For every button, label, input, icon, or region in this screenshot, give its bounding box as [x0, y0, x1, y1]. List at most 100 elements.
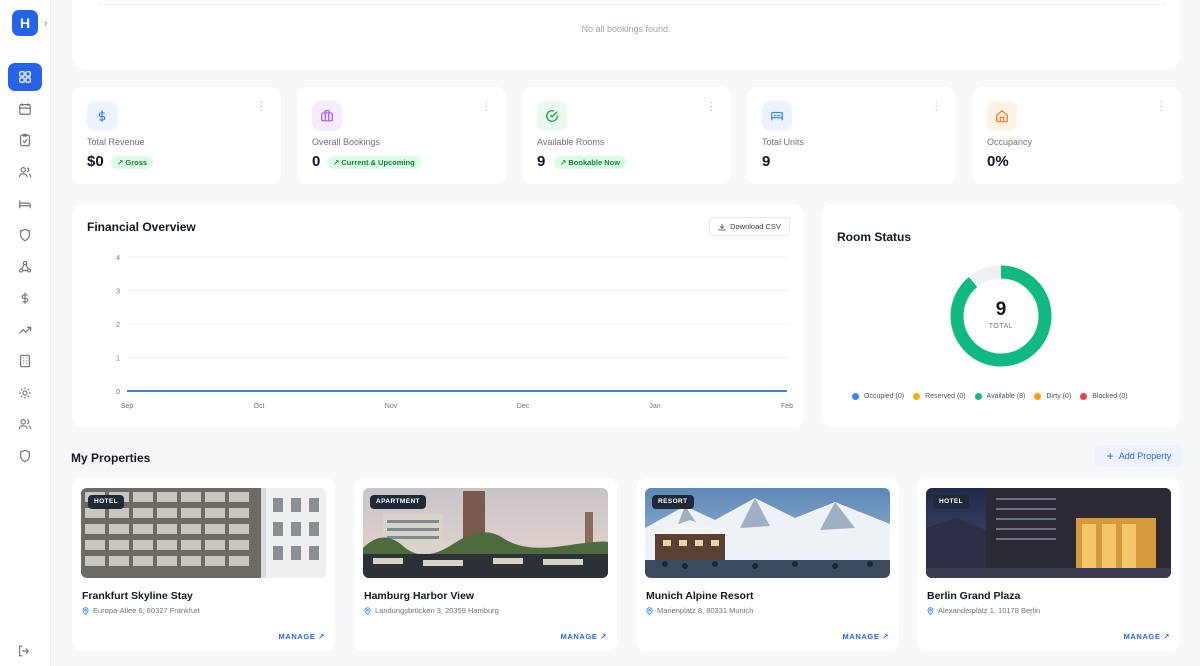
legend-label: Blocked (0) [1092, 393, 1128, 400]
calendar-icon [19, 103, 31, 115]
manage-link[interactable]: MANAGE ↗ [278, 632, 325, 641]
property-address: Landungsbrücken 3, 20359 Hamburg [364, 606, 499, 615]
add-property-button[interactable]: + Add Property [1095, 445, 1183, 467]
app-logo[interactable]: H [12, 10, 38, 36]
stat-value: 0 [312, 153, 321, 170]
gear-icon [19, 387, 31, 399]
property-name: Hamburg Harbor View [364, 590, 475, 602]
legend-dot [1080, 393, 1088, 400]
stat-badge: ↗ Current & Upcoming [327, 156, 421, 169]
property-name: Munich Alpine Resort [646, 590, 754, 602]
nav-rooms[interactable] [8, 190, 42, 218]
more-vertical-icon[interactable]: · · · [1160, 98, 1163, 116]
y-tick-label: 3 [116, 289, 120, 296]
nav-integrations[interactable] [8, 253, 42, 281]
empty-bookings-text: No all bookings found. [581, 24, 671, 34]
nav-properties[interactable] [8, 347, 42, 375]
manage-link[interactable]: MANAGE ↗ [842, 632, 889, 641]
stat-label: Total Revenue [87, 137, 145, 147]
property-address-text: Marienplatz 8, 80331 Munich [657, 606, 754, 615]
nav-reports[interactable] [8, 316, 42, 344]
stat-label: Occupancy [987, 137, 1033, 147]
property-type-badge: HOTEL [933, 495, 970, 509]
manage-link[interactable]: MANAGE ↗ [560, 632, 607, 641]
dollar-icon [21, 292, 29, 304]
x-tick-label: Dec [517, 403, 530, 410]
more-vertical-icon[interactable]: · · · [260, 98, 263, 116]
property-card[interactable]: HOTEL Frankfurt Skyline Stay Europa-Alle… [72, 478, 335, 651]
stat-label: Total Units [762, 137, 805, 147]
dollar-icon [87, 101, 117, 131]
trending-up-icon [18, 326, 32, 334]
property-card[interactable]: HOTEL Berlin Grand Plaza Alexanderplatz … [917, 478, 1180, 651]
map-pin-icon [646, 606, 653, 615]
bed-icon [762, 101, 792, 131]
nav-dashboard[interactable] [8, 63, 42, 91]
stat-card-available-rooms: · · · Available Rooms 9 ↗ Bookable Now [522, 87, 731, 184]
y-tick-label: 0 [116, 389, 120, 396]
legend-label: Dirty (0) [1046, 393, 1072, 400]
room-status-legend: Occupied (0) Reserved (0) Available (8) … [852, 393, 1128, 400]
stat-badge: ↗ Bookable Now [554, 156, 627, 169]
nav-team[interactable] [8, 410, 42, 438]
nav-tasks[interactable] [8, 126, 42, 154]
y-tick-label: 4 [116, 255, 120, 262]
stat-label: Overall Bookings [312, 137, 381, 147]
bed-icon [19, 200, 31, 209]
nav-calendar[interactable] [8, 95, 42, 123]
property-address: Alexanderplatz 1, 10178 Berlin [927, 606, 1040, 615]
nav-security[interactable] [8, 221, 42, 249]
legend-dot [974, 393, 982, 400]
y-tick-label: 2 [116, 322, 120, 329]
financial-line-chart: 0 1 2 3 4 Sep Oct Nov Dec Jan Feb [116, 255, 793, 410]
logout-icon[interactable] [17, 644, 31, 658]
room-total-value: 9 [995, 299, 1007, 320]
home-icon [987, 101, 1017, 131]
property-address-text: Alexanderplatz 1, 10178 Berlin [938, 606, 1041, 615]
manage-link[interactable]: MANAGE ↗ [1123, 632, 1170, 641]
briefcase-icon [312, 101, 342, 131]
room-status-card: Room Status 9 TOTAL Occupied (0) Reserve… [822, 204, 1180, 427]
property-type-badge: HOTEL [88, 495, 125, 509]
more-vertical-icon[interactable]: · · · [710, 98, 713, 116]
more-vertical-icon[interactable]: · · · [935, 98, 938, 116]
legend-dot [913, 393, 921, 400]
nav-guests[interactable] [8, 158, 42, 186]
shield-icon [20, 449, 30, 463]
legend-reserved: Reserved (0) [913, 393, 966, 400]
stat-value: $0 [87, 153, 104, 170]
legend-label: Available (8) [986, 393, 1026, 400]
nav-settings[interactable] [8, 379, 42, 407]
property-name: Frankfurt Skyline Stay [82, 590, 193, 602]
my-properties-title: My Properties [71, 451, 151, 465]
shield-icon [20, 228, 30, 242]
check-circle-icon [537, 101, 567, 131]
property-type-badge: RESORT [652, 495, 694, 509]
more-vertical-icon[interactable]: · · · [485, 98, 488, 116]
x-tick-label: Oct [254, 403, 265, 410]
stat-card-revenue: · · · Total Revenue $0 ↗ Gross [72, 87, 281, 184]
chevron-right-icon[interactable]: › [44, 18, 47, 29]
add-property-label: Add Property [1118, 451, 1172, 461]
stat-card-occupancy: · · · Occupancy 0% [972, 87, 1181, 184]
x-tick-label: Sep [121, 403, 134, 410]
stat-card-total-units: · · · Total Units 9 [747, 87, 956, 184]
stat-badge: ↗ Gross [111, 156, 154, 169]
room-status-title: Room Status [837, 230, 912, 244]
property-address-text: Europa-Allee 6, 60327 Frankfurt [93, 606, 200, 615]
property-card[interactable]: RESORT Munich Alpine Resort Marienplatz … [636, 478, 899, 651]
sidebar: H › [0, 0, 51, 666]
property-card[interactable]: APARTMENT Hamburg Harbor View Landungsbr… [354, 478, 617, 651]
legend-available: Available (8) [974, 393, 1026, 400]
divider [98, 4, 1166, 5]
financial-overview-card: Financial Overview Download CSV 0 1 2 3 4 Sep… [72, 204, 804, 427]
property-address-text: Landungsbrücken 3, 20359 Hamburg [375, 606, 499, 615]
grid-icon [19, 71, 31, 83]
nav-finance[interactable] [8, 284, 42, 312]
legend-label: Reserved (0) [925, 393, 966, 400]
stat-card-bookings: · · · Overall Bookings 0 ↗ Current & Upcom… [297, 87, 506, 184]
map-pin-icon [82, 606, 89, 615]
chemistry-icon [18, 260, 32, 273]
legend-dot [852, 393, 859, 400]
nav-admin[interactable] [8, 442, 42, 470]
